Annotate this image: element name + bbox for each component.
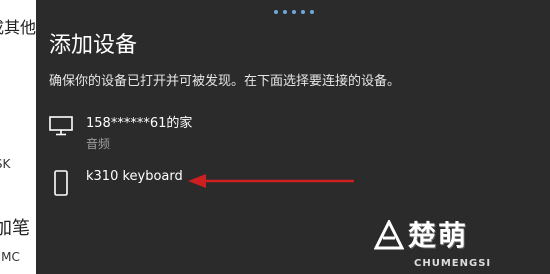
brand-watermark: 楚萌 CHUMENGSI xyxy=(374,214,550,274)
background-text: DESK xyxy=(0,157,11,171)
device-name: k310 keyboard xyxy=(86,169,183,184)
dialog-subtitle: 确保你的设备已打开并可被发现。在下面选择要连接的设备。 xyxy=(49,74,401,89)
device-item-home-audio[interactable]: 158******61的家 音频 xyxy=(48,112,192,152)
background-text: 加笔 xyxy=(0,218,30,239)
searching-progress-indicator xyxy=(274,10,314,14)
device-item-k310-keyboard[interactable]: k310 keyboard xyxy=(48,169,183,197)
background-text: 成其他 xyxy=(0,18,36,37)
phone-device-icon xyxy=(48,169,74,197)
device-name: 158******61的家 xyxy=(86,116,193,131)
monitor-icon xyxy=(48,112,74,140)
brand-logo-icon xyxy=(374,220,404,250)
background-window: 成其他 DESK 加笔 CAL MC xyxy=(0,0,36,274)
brand-latin: CHUMENGSI xyxy=(414,258,492,269)
device-type: 音频 xyxy=(86,137,111,151)
dialog-title: 添加设备 xyxy=(49,33,138,58)
add-device-dialog: 添加设备 确保你的设备已打开并可被发现。在下面选择要连接的设备。 158****… xyxy=(36,0,550,274)
red-annotation-arrow xyxy=(188,174,354,188)
background-text: CAL MC xyxy=(0,250,20,264)
brand-name: 楚萌 xyxy=(408,219,469,252)
